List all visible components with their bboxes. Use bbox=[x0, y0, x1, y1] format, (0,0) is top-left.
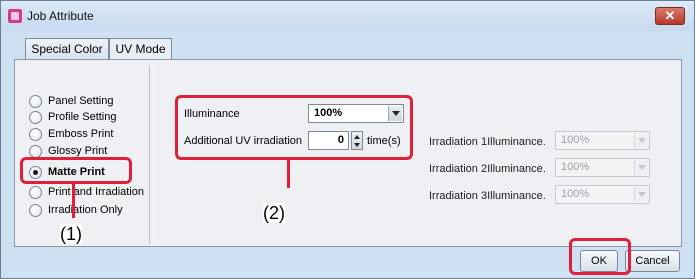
irradiation-1-select[interactable]: 100% bbox=[555, 131, 650, 150]
irradiation-1-value: 100% bbox=[561, 134, 590, 146]
radio-label: Emboss Print bbox=[48, 128, 114, 140]
radio-button[interactable] bbox=[29, 144, 42, 158]
radio-label: Irradiation Only bbox=[48, 204, 123, 216]
radio-emboss-print[interactable]: Emboss Print bbox=[29, 126, 113, 142]
irradiation-2-value: 100% bbox=[561, 161, 590, 173]
radio-label: Profile Setting bbox=[48, 111, 117, 123]
irradiation-1-label: Irradiation 1Illuminance. bbox=[429, 136, 546, 148]
radio-button[interactable] bbox=[29, 110, 42, 124]
irradiation-2-label: Irradiation 2Illuminance. bbox=[429, 163, 546, 175]
radio-button[interactable] bbox=[29, 127, 42, 141]
chevron-down-icon bbox=[634, 160, 648, 175]
callout-line-2 bbox=[287, 160, 290, 188]
cancel-button[interactable]: Cancel bbox=[625, 250, 680, 272]
radio-label: Panel Setting bbox=[48, 95, 114, 107]
radio-irradiation-only[interactable]: Irradiation Only bbox=[29, 202, 123, 218]
close-button[interactable]: ✕ bbox=[655, 7, 685, 25]
irradiation-3-value: 100% bbox=[561, 188, 590, 200]
irradiation-2-select[interactable]: 100% bbox=[555, 158, 650, 177]
callout-box-1 bbox=[20, 157, 132, 184]
radio-panel-setting[interactable]: Panel Setting bbox=[29, 93, 113, 109]
callout-label-1: (1) bbox=[60, 224, 82, 244]
irradiation-3-label: Irradiation 3Illuminance. bbox=[429, 190, 546, 202]
radio-print-and-irradiation[interactable]: Print and Irradiation bbox=[29, 184, 144, 200]
callout-line-1 bbox=[72, 184, 75, 218]
callout-box-ok bbox=[569, 238, 631, 275]
app-icon bbox=[8, 9, 22, 23]
irradiation-3-select[interactable]: 100% bbox=[555, 185, 650, 204]
radio-profile-setting[interactable]: Profile Setting bbox=[29, 109, 116, 125]
radio-button[interactable] bbox=[29, 185, 42, 199]
radio-button[interactable] bbox=[29, 203, 42, 217]
chevron-down-icon bbox=[634, 187, 648, 202]
title-bar[interactable]: Job Attribute ✕ bbox=[1, 1, 694, 31]
callout-label-2: (2) bbox=[263, 203, 285, 223]
chevron-down-icon bbox=[634, 133, 648, 148]
radio-button[interactable] bbox=[29, 94, 42, 108]
radio-label: Print and Irradiation bbox=[48, 186, 144, 198]
tab-special-color[interactable]: Special Color bbox=[25, 38, 109, 61]
radio-label: Glossy Print bbox=[48, 145, 108, 157]
window-title: Job Attribute bbox=[27, 9, 94, 23]
callout-box-2 bbox=[175, 95, 413, 160]
